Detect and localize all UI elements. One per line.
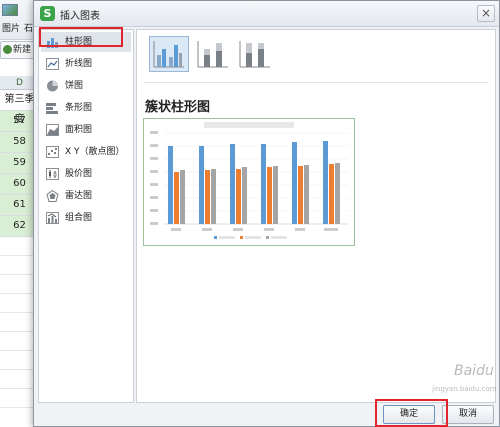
combo-chart-icon [46, 212, 59, 224]
subtype-clustered-column[interactable] [149, 36, 189, 72]
stacked-column-icon [197, 41, 228, 68]
dialog-title: 插入图表 [60, 11, 100, 22]
chart-type-combo[interactable]: 组合图 [41, 208, 131, 228]
bar-chart-icon [46, 103, 58, 114]
new-icon [3, 45, 12, 54]
ok-button[interactable]: 确定 [383, 405, 435, 424]
watermark-text: jingyan.baidu.com [432, 385, 497, 393]
pie-chart-icon [47, 80, 58, 92]
stock-chart-icon [46, 168, 59, 180]
subtype-percent-stacked-column[interactable] [235, 36, 275, 72]
wps-app-icon: S [40, 6, 55, 21]
area-chart-icon [46, 124, 59, 136]
percent-stacked-column-icon [239, 41, 270, 68]
radar-chart-icon [46, 190, 59, 202]
bar-group [168, 141, 340, 224]
chart-preview [143, 118, 355, 246]
chart-type-column[interactable]: 柱形图 [41, 32, 131, 52]
picture-label[interactable]: 图片 [2, 21, 20, 34]
chart-type-stock[interactable]: 股价图 [41, 164, 131, 184]
preview-heading: 簇状柱形图 [145, 100, 211, 115]
dialog-titlebar[interactable]: S 插入图表 × [34, 1, 499, 27]
picture-icon[interactable] [2, 4, 18, 16]
divider [143, 82, 488, 83]
chart-type-bar[interactable]: 条形图 [41, 98, 131, 118]
cancel-button[interactable]: 取消 [442, 405, 494, 424]
watermark-logo: Baidu [454, 363, 494, 379]
chart-type-radar[interactable]: 雷达图 [41, 186, 131, 206]
line-chart-icon [46, 58, 59, 70]
chart-type-pie[interactable]: 饼图 [41, 76, 131, 96]
clustered-column-icon [153, 41, 184, 68]
close-button[interactable]: × [477, 5, 495, 22]
insert-chart-dialog: S 插入图表 × 柱形图 折线图 饼图 条形图 面积图 X Y（散点图） 股价图… [33, 0, 500, 427]
subtype-stacked-column[interactable] [193, 36, 233, 72]
chart-type-list: 柱形图 折线图 饼图 条形图 面积图 X Y（散点图） 股价图 雷达图 组合图 [38, 29, 134, 403]
toolbar-label[interactable]: 石 [24, 21, 33, 34]
chart-type-area[interactable]: 面积图 [41, 120, 131, 140]
chart-type-scatter[interactable]: X Y（散点图） [41, 142, 131, 162]
chart-preview-panel: 簇状柱形图 [136, 29, 496, 403]
scatter-chart-icon [46, 146, 59, 158]
column-chart-icon [47, 38, 58, 48]
chart-type-line[interactable]: 折线图 [41, 54, 131, 74]
preview-chart-thumbnail [150, 122, 349, 239]
